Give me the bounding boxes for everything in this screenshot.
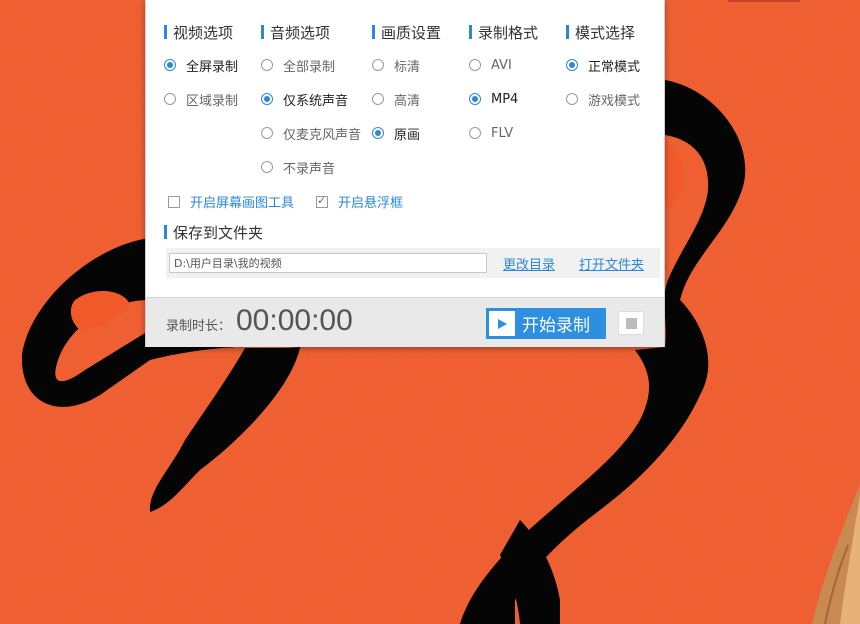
radio-region-record[interactable]: 区域录制: [164, 88, 238, 110]
radio-indicator: [566, 93, 578, 105]
radio-indicator: [261, 161, 273, 173]
radio-mic-audio-only[interactable]: 仅麦克风声音: [261, 122, 361, 144]
radio-no-audio[interactable]: 不录声音: [261, 156, 361, 178]
radio-indicator: [566, 59, 578, 71]
video-options-title: 视频选项: [164, 22, 238, 42]
recorder-panel: 视频选项 全屏录制 区域录制 音频选项 全部录制 仅系统声音 仅麦克风声音 不录…: [145, 0, 665, 347]
format-options-group: 录制格式 AVI MP4 FLV: [469, 22, 538, 156]
play-icon: [489, 311, 515, 336]
radio-game-mode[interactable]: 游戏模式: [566, 88, 640, 110]
radio-indicator: [469, 93, 481, 105]
duration-value: 00:00:00: [236, 304, 353, 337]
radio-indicator: [261, 127, 273, 139]
radio-quality-original[interactable]: 原画: [372, 122, 441, 144]
checkbox-screen-draw-tool[interactable]: 开启屏幕画图工具: [168, 192, 294, 211]
radio-system-audio-only[interactable]: 仅系统声音: [261, 88, 361, 110]
start-record-button[interactable]: 开始录制: [486, 308, 606, 339]
radio-indicator: [372, 127, 384, 139]
radio-quality-high[interactable]: 高清: [372, 88, 441, 110]
radio-indicator: [164, 59, 176, 71]
mode-options-group: 模式选择 正常模式 游戏模式: [566, 22, 640, 122]
radio-format-mp4[interactable]: MP4: [469, 88, 538, 110]
radio-quality-standard[interactable]: 标清: [372, 54, 441, 76]
format-options-title: 录制格式: [469, 22, 538, 42]
stop-icon: [625, 317, 637, 329]
change-directory-link[interactable]: 更改目录: [503, 254, 555, 273]
video-options-group: 视频选项 全屏录制 区域录制: [164, 22, 238, 122]
save-folder-title: 保存到文件夹: [164, 222, 263, 242]
open-folder-link[interactable]: 打开文件夹: [579, 254, 644, 273]
radio-indicator: [372, 93, 384, 105]
radio-format-avi[interactable]: AVI: [469, 54, 538, 76]
quality-options-group: 画质设置 标清 高清 原画: [372, 22, 441, 156]
audio-options-title: 音频选项: [261, 22, 361, 42]
start-record-label: 开始录制: [522, 316, 590, 336]
extra-options: 开启屏幕画图工具 开启悬浮框: [168, 192, 425, 211]
radio-indicator: [469, 59, 481, 71]
duration-label: 录制时长：: [166, 319, 232, 334]
radio-indicator: [469, 127, 481, 139]
recording-footer: 录制时长： 00:00:00 开始录制: [146, 297, 664, 347]
checkbox-box: [168, 195, 180, 208]
checkbox-floating-window[interactable]: 开启悬浮框: [316, 192, 403, 211]
radio-format-flv[interactable]: FLV: [469, 122, 538, 144]
radio-indicator: [164, 93, 176, 105]
radio-indicator: [261, 93, 273, 105]
radio-record-all-audio[interactable]: 全部录制: [261, 54, 361, 76]
save-path-input[interactable]: [169, 253, 487, 273]
save-folder-row: 更改目录 打开文件夹: [166, 248, 660, 278]
radio-indicator: [372, 59, 384, 71]
check-icon: [316, 194, 329, 208]
stop-button[interactable]: [618, 311, 644, 335]
quality-options-title: 画质设置: [372, 22, 441, 42]
radio-normal-mode[interactable]: 正常模式: [566, 54, 640, 76]
audio-options-group: 音频选项 全部录制 仅系统声音 仅麦克风声音 不录声音: [261, 22, 361, 190]
radio-fullscreen-record[interactable]: 全屏录制: [164, 54, 238, 76]
radio-indicator: [261, 59, 273, 71]
mode-options-title: 模式选择: [566, 22, 640, 42]
